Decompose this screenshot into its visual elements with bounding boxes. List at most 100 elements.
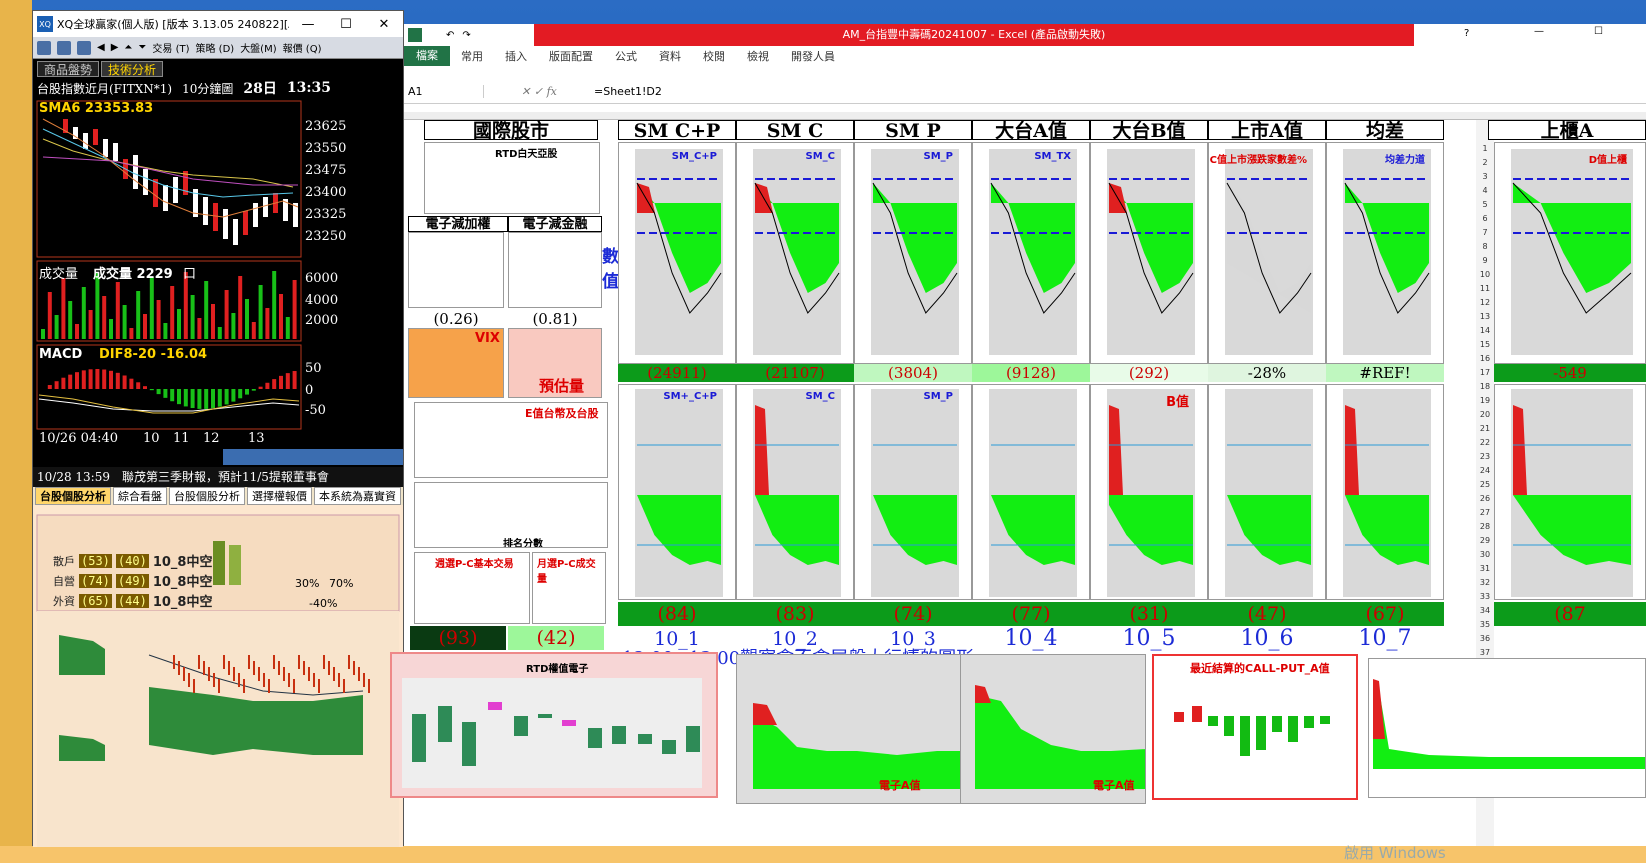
row-number[interactable]: 25	[1476, 480, 1494, 489]
top-chart-7[interactable]: 均差力道	[1326, 142, 1444, 364]
bottom-chart-8[interactable]	[1494, 384, 1646, 600]
menu-trade[interactable]: 交易 (T)	[152, 40, 189, 55]
tab-overview[interactable]: 綜合看盤	[113, 487, 167, 505]
tab-home[interactable]: 常用	[450, 48, 494, 64]
tab-technical-analysis[interactable]: 技術分析	[101, 61, 164, 77]
call-put-chart[interactable]: 最近結算的CALL-PUT_A值	[1152, 654, 1358, 800]
row-number[interactable]: 33	[1476, 592, 1494, 601]
electronic-weighted-chart[interactable]	[408, 232, 504, 308]
back-arrow-icon[interactable]: ◀	[97, 42, 105, 53]
row-number[interactable]: 35	[1476, 620, 1494, 629]
minimize-icon[interactable]: —	[1534, 26, 1544, 37]
e-value-chart[interactable]: E值台幣及台股	[414, 402, 608, 478]
row-number[interactable]: 18	[1476, 382, 1494, 391]
top-chart-6[interactable]: C值上市漲跌家數差%	[1208, 142, 1326, 364]
worksheet-grid[interactable]: 1 2 3 4 5 6 7 8 9 10 11 12 13 14 15 16 17 18 19 20 21 22 23 24 2…	[390, 112, 1646, 862]
fx-icon[interactable]: ✕ ✓ fx	[484, 85, 594, 98]
top-chart-3[interactable]: SM_P	[854, 142, 972, 364]
tab-market-overview[interactable]: 商品盤勢	[37, 61, 100, 77]
technical-chart[interactable]: SMA6 23353.83 23625 23550 23475 23400 23…	[33, 99, 403, 467]
top-chart-1[interactable]: SM_C+P	[618, 142, 736, 364]
top-chart-5[interactable]	[1090, 142, 1208, 364]
row-number[interactable]: 37	[1476, 648, 1494, 657]
row-number[interactable]: 30	[1476, 550, 1494, 559]
tab-layout[interactable]: 版面配置	[538, 48, 604, 64]
row-number[interactable]: 7	[1476, 228, 1494, 237]
tab-file[interactable]: 檔案	[404, 46, 450, 66]
row-number[interactable]: 5	[1476, 200, 1494, 209]
vix-chart[interactable]: VIX	[408, 328, 504, 398]
tab-stock-analysis-2[interactable]: 台股個股分析	[169, 487, 245, 505]
row-number[interactable]: 32	[1476, 578, 1494, 587]
electronic-a-chart-2[interactable]: 電子A值	[960, 654, 1146, 804]
tab-insert[interactable]: 插入	[494, 48, 538, 64]
bottom-chart-5[interactable]: B值	[1090, 384, 1208, 600]
tab-review[interactable]: 校閱	[692, 48, 736, 64]
tab-notice[interactable]: 本系統為嘉實資	[314, 487, 401, 505]
bottom-chart-1[interactable]: SM+_C+P	[618, 384, 736, 600]
redo-icon[interactable]: ↷	[462, 30, 470, 41]
row-number[interactable]: 10	[1476, 270, 1494, 279]
tab-view[interactable]: 檢視	[736, 48, 780, 64]
undo-icon[interactable]: ↶	[446, 30, 454, 41]
bottom-chart-2[interactable]: SM_C	[736, 384, 854, 600]
row-number[interactable]: 4	[1476, 186, 1494, 195]
row-number[interactable]: 16	[1476, 354, 1494, 363]
row-number[interactable]: 17	[1476, 368, 1494, 377]
rank-score-chart[interactable]: 排名分數	[414, 482, 608, 548]
row-number[interactable]: 26	[1476, 494, 1494, 503]
news-ticker[interactable]: 10/28 13:59 聯茂第三季財報，預計11/5提報董事會	[33, 467, 403, 487]
maximize-icon[interactable]: ☐	[327, 17, 365, 32]
row-number[interactable]: 11	[1476, 284, 1494, 293]
row-number[interactable]: 15	[1476, 340, 1494, 349]
bottom-chart-6[interactable]	[1208, 384, 1326, 600]
row-number[interactable]: 19	[1476, 396, 1494, 405]
row-number[interactable]: 22	[1476, 438, 1494, 447]
row-number[interactable]: 2	[1476, 158, 1494, 167]
otc-lower-chart[interactable]	[1368, 658, 1646, 798]
row-number[interactable]: 8	[1476, 242, 1494, 251]
minimize-icon[interactable]: —	[289, 17, 327, 32]
weekly-pc-chart[interactable]: 週選P-C基本交易	[414, 552, 530, 624]
row-number[interactable]: 24	[1476, 466, 1494, 475]
bottom-chart-4[interactable]	[972, 384, 1090, 600]
row-number[interactable]: 1	[1476, 144, 1494, 153]
row-number[interactable]: 3	[1476, 172, 1494, 181]
row-number[interactable]: 34	[1476, 606, 1494, 615]
electronic-a-chart-1[interactable]: 電子A值	[736, 654, 962, 804]
chart-toolbar[interactable]	[223, 449, 403, 465]
menu-market[interactable]: 大盤(M)	[240, 40, 276, 55]
estimated-volume-chart[interactable]: 預估量	[508, 328, 602, 398]
top-chart-8[interactable]: D值上櫃	[1494, 142, 1646, 364]
forward-arrow-icon[interactable]: ▶	[111, 42, 119, 53]
up-icon[interactable]: ⏶	[124, 42, 132, 53]
interval-label[interactable]: 10分鐘圖	[182, 80, 233, 97]
top-chart-2[interactable]: SM_C	[736, 142, 854, 364]
bottom-chart-7[interactable]	[1326, 384, 1444, 600]
rtd-asia-chart[interactable]: RTD白天亞股	[424, 142, 600, 214]
row-number[interactable]: 36	[1476, 634, 1494, 643]
monthly-pc-chart[interactable]: 月選P-C成交量	[532, 552, 606, 624]
electronic-finance-chart[interactable]	[508, 232, 602, 308]
help-icon[interactable]: ?	[1464, 28, 1469, 39]
tab-formulas[interactable]: 公式	[604, 48, 648, 64]
row-number[interactable]: 13	[1476, 312, 1494, 321]
row-number[interactable]: 12	[1476, 298, 1494, 307]
formula-input[interactable]: =Sheet1!D2	[594, 85, 662, 98]
tab-data[interactable]: 資料	[648, 48, 692, 64]
grid-icon[interactable]	[37, 40, 51, 55]
row-number[interactable]: 6	[1476, 214, 1494, 223]
row-number[interactable]: 27	[1476, 508, 1494, 517]
row-number[interactable]: 9	[1476, 256, 1494, 265]
row-number[interactable]: 31	[1476, 564, 1494, 573]
row-number[interactable]: 23	[1476, 452, 1494, 461]
top-chart-4[interactable]: SM_TX	[972, 142, 1090, 364]
row-number[interactable]: 14	[1476, 326, 1494, 335]
tab-options[interactable]: 選擇權報價	[247, 487, 312, 505]
bottom-chart-3[interactable]: SM_P	[854, 384, 972, 600]
restore-icon[interactable]: ☐	[1594, 26, 1603, 37]
home-icon[interactable]	[57, 40, 71, 55]
menu-quote[interactable]: 報價 (Q)	[283, 40, 322, 55]
folder-icon[interactable]	[77, 40, 91, 55]
rtd-weight-electronic-chart[interactable]: RTD權值電子	[390, 652, 718, 798]
